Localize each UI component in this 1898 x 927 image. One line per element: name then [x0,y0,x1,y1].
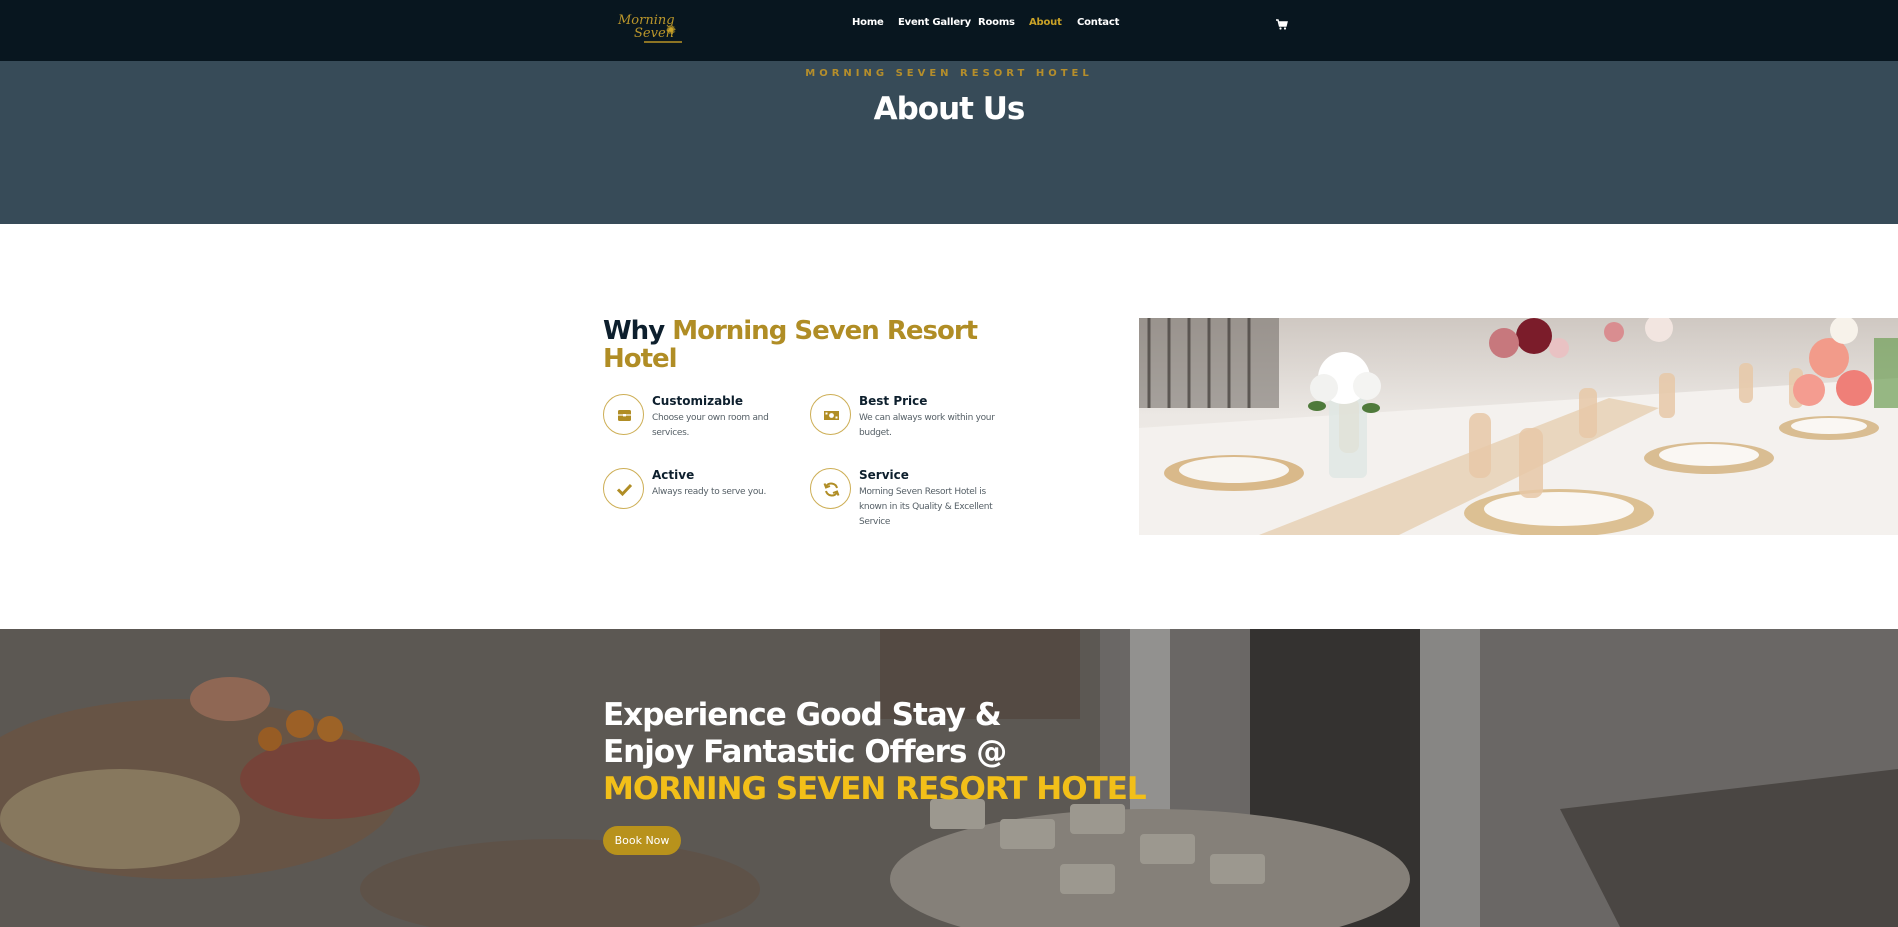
refresh-icon [810,468,851,509]
book-now-button[interactable]: Book Now [603,826,681,855]
nav-item-rooms[interactable]: Rooms [978,17,1015,28]
feature-title: Customizable [652,394,744,408]
cart-icon[interactable] [1276,16,1288,30]
nav-item-contact[interactable]: Contact [1077,17,1119,28]
nav-item-about[interactable]: About [1029,17,1062,28]
event-table-photo [1139,318,1898,535]
feature-title: Best Price [859,394,928,408]
top-navigation: Morning Seven ✺ Home Event Gallery Rooms… [0,0,1898,61]
feature-active: Active Always ready to serve you. [603,468,803,538]
banner-line-3: MORNING SEVEN RESORT HOTEL [603,771,1147,807]
check-icon [603,468,644,509]
feature-title: Service [859,468,909,482]
feature-description: Always ready to serve you. [652,487,767,497]
nav-item-home[interactable]: Home [852,17,884,28]
why-heading: Why Morning Seven Resort Hotel [603,317,1023,373]
banner-line-1: Experience Good Stay & [603,697,1002,733]
feature-customizable: Customizable Choose your own room and se… [603,394,803,464]
feature-description: Morning Seven Resort Hotel is known in i… [859,487,993,527]
feature-title: Active [652,468,695,482]
banner-line-2: Enjoy Fantastic Offers @ [603,734,1007,770]
offer-banner: Experience Good Stay & Enjoy Fantastic O… [0,629,1898,927]
feature-service: Service Morning Seven Resort Hotel is kn… [810,468,1010,538]
logo-tagline-mark [644,41,682,43]
banner-heading: Experience Good Stay & Enjoy Fantastic O… [603,697,1303,808]
page-title: About Us [873,91,1026,127]
sun-icon: ✺ [666,23,677,37]
feature-description: We can always work within your budget. [859,413,995,438]
hero-kicker: MORNING SEVEN RESORT HOTEL [805,68,1093,79]
nav-item-event-gallery[interactable]: Event Gallery [898,17,971,28]
feature-description: Choose your own room and services. [652,413,769,438]
site-logo[interactable]: Morning Seven ✺ [616,11,684,47]
why-heading-prefix: Why [603,316,673,346]
money-icon [810,394,851,435]
box-icon [603,394,644,435]
page-header: MORNING SEVEN RESORT HOTEL About Us [0,61,1898,224]
feature-best-price: Best Price We can always work within you… [810,394,1010,464]
